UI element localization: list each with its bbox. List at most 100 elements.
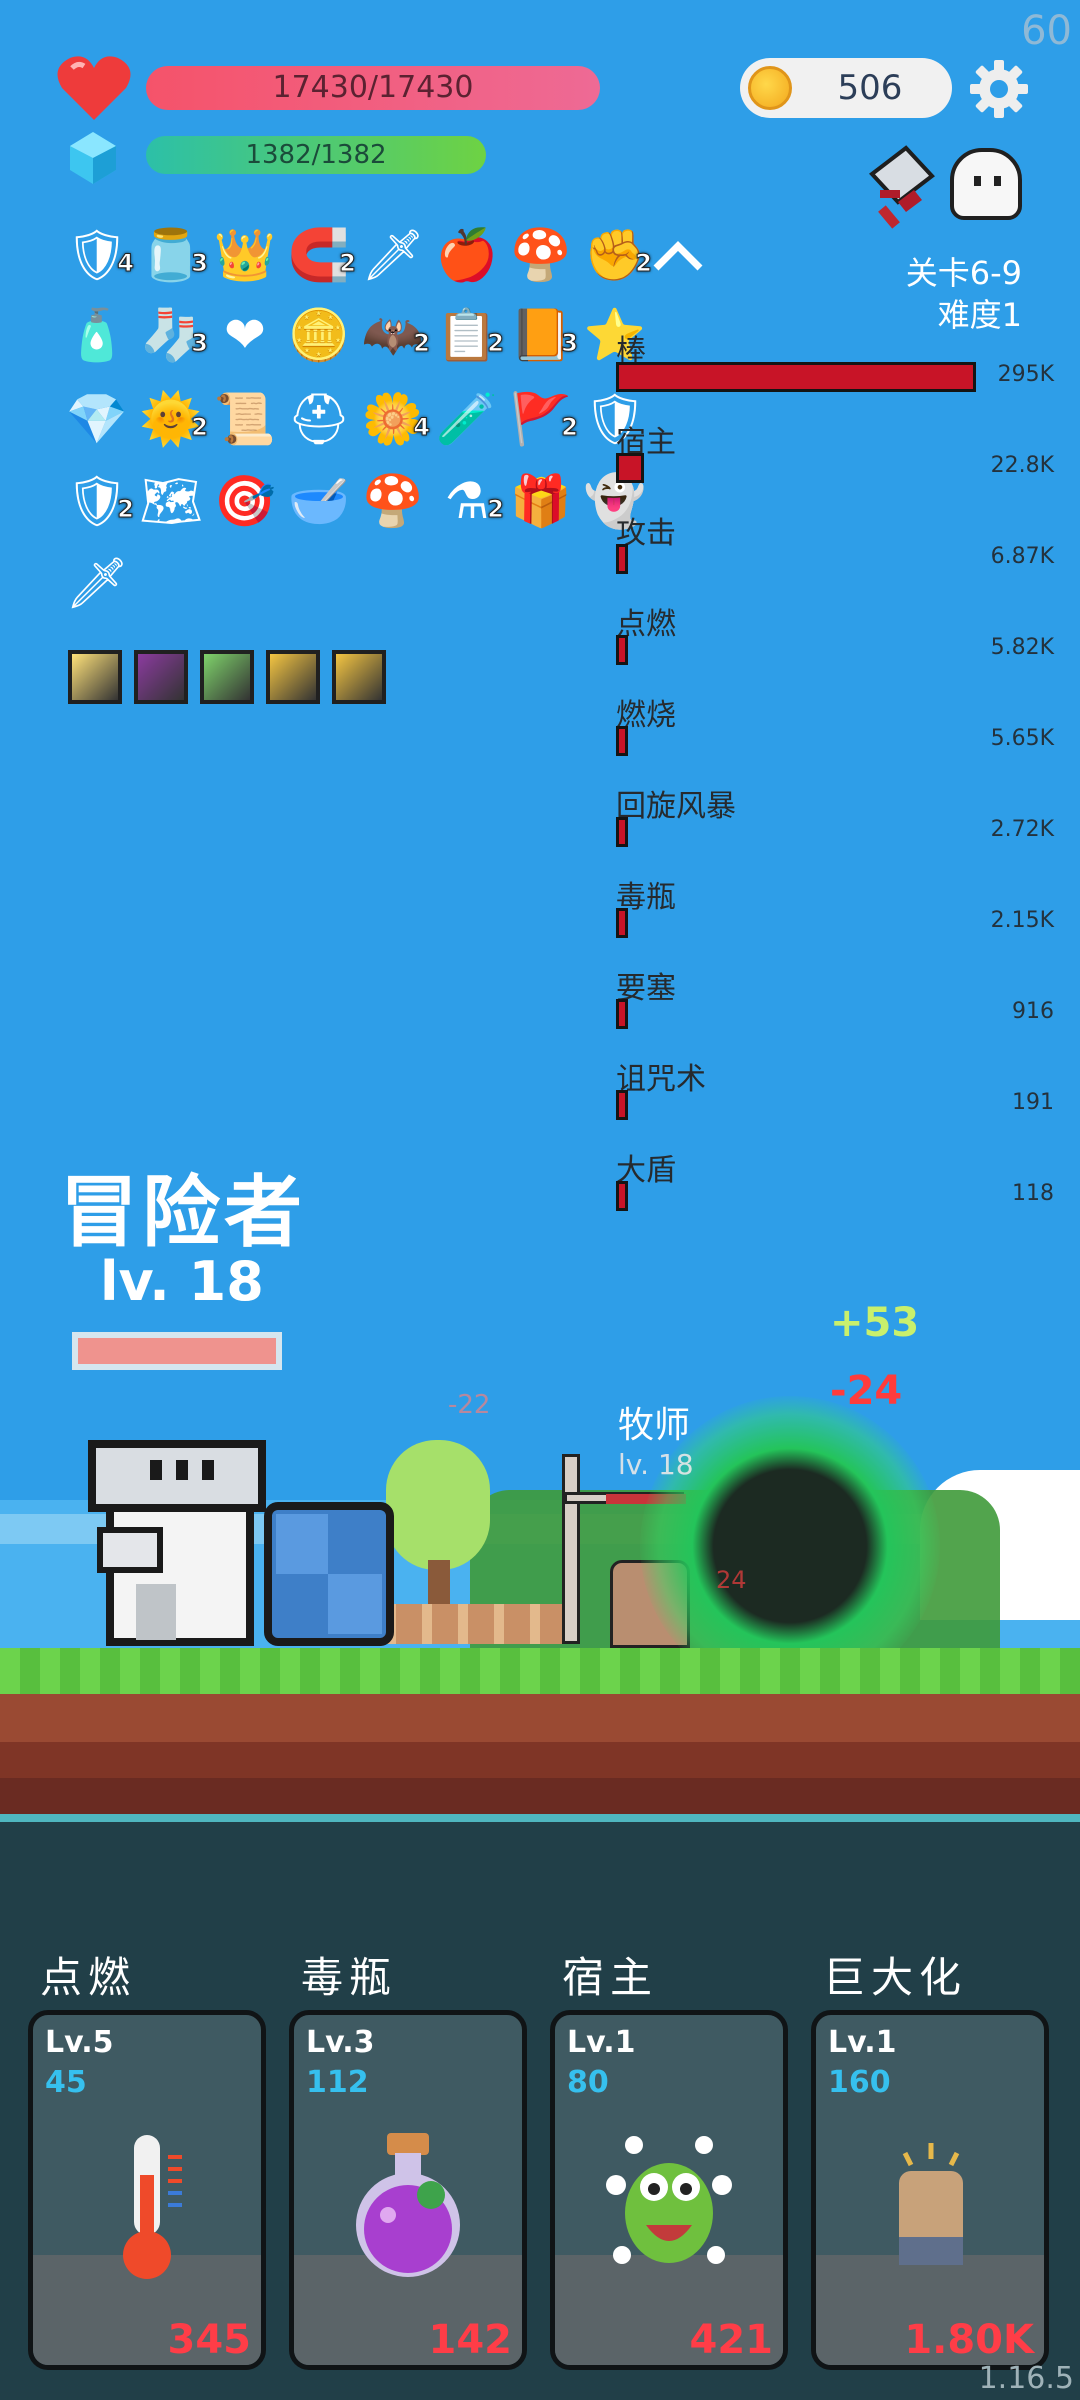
fence	[386, 1604, 576, 1644]
green-monster-icon	[594, 2125, 744, 2285]
sword-icon[interactable]: 🗡	[360, 222, 426, 288]
sun-orb-icon[interactable]: 🌞 2	[138, 386, 209, 452]
card-value: 80	[567, 2065, 609, 2100]
card-value: 45	[45, 2065, 87, 2100]
apple-icon[interactable]: 🍎	[434, 222, 500, 288]
priest-staff	[562, 1454, 580, 1644]
target-icon[interactable]: 🎯	[212, 468, 278, 534]
light-skill-icon[interactable]	[68, 650, 122, 704]
chest-icon[interactable]: 🎁	[508, 468, 574, 534]
crown-icon-glyph: 👑	[213, 226, 277, 284]
damage-meter-label: 回旋风暴	[616, 789, 736, 824]
coin-icon	[748, 66, 792, 110]
helmet-icon-glyph: ⛑	[287, 390, 351, 448]
scroll-icon[interactable]: 📜	[212, 386, 278, 452]
damage-meter-value: 118	[1012, 1181, 1054, 1206]
heal-float-text: +53	[830, 1300, 920, 1346]
spray-bottle-icon[interactable]: 🧴	[64, 302, 130, 368]
scroll-icon-glyph: 📜	[213, 390, 277, 448]
card-title: 巨大化	[823, 1953, 968, 2002]
sock-icon[interactable]: 🧦 3	[138, 302, 209, 368]
coin-stack-icon-glyph: 🪙	[287, 306, 351, 364]
hp-text: 17430/17430	[272, 70, 474, 105]
chevron-up-icon[interactable]	[648, 236, 708, 276]
map-icon[interactable]: 🗺	[138, 468, 204, 534]
mushroom-icon-glyph: 🍄	[509, 226, 573, 284]
item-count-badge: 4	[413, 413, 431, 442]
gem-icon-glyph: 💎	[65, 390, 129, 448]
heart-item-icon-glyph: ❤	[224, 306, 266, 364]
card-cost: 142	[428, 2317, 513, 2363]
flag-icon[interactable]: 🚩 2	[508, 386, 579, 452]
stage-difficulty: 难度1	[937, 296, 1022, 334]
damage-meter-value: 2.72K	[990, 817, 1054, 842]
upgrade-card[interactable]: Lv.1 80 421	[550, 2010, 788, 2370]
damage-meter-bar	[616, 453, 644, 483]
mushroom-icon[interactable]: 🍄	[508, 222, 574, 288]
upgrade-card[interactable]: Lv.3 112 142	[289, 2010, 527, 2370]
mortar-icon[interactable]: 🥣	[286, 468, 352, 534]
card-cost: 421	[689, 2317, 774, 2363]
magnet-icon[interactable]: 🧲 2	[286, 222, 357, 288]
demon-skill-icon[interactable]	[134, 650, 188, 704]
blue-shield-sprite	[264, 1502, 394, 1646]
item-count-badge: 4	[117, 249, 135, 278]
card-title: 毒瓶	[301, 1953, 398, 2002]
sword-icon-glyph: 🗡	[361, 226, 425, 284]
damage-meter-value: 6.87K	[990, 544, 1054, 569]
item-count-badge: 3	[561, 329, 579, 358]
jam-jar-icon[interactable]: 🫙 3	[138, 222, 209, 288]
red-mushroom-icon[interactable]: 🍄	[360, 468, 426, 534]
flower-icon[interactable]: 🌼 4	[360, 386, 431, 452]
potion-icon[interactable]: 🧪	[434, 386, 500, 452]
gem-icon[interactable]: 💎	[64, 386, 130, 452]
blue-shield-icon[interactable]: 🛡 2	[64, 468, 134, 534]
card-cost: 1.80K	[904, 2317, 1034, 2363]
fist-icon	[855, 2125, 1005, 2285]
mana-crystal-icon	[70, 132, 116, 184]
coin-count: 506	[837, 68, 903, 108]
item-count-badge: 2	[487, 329, 505, 358]
item-count-badge: 2	[191, 413, 209, 442]
crown-icon[interactable]: 👑	[212, 222, 278, 288]
item-count-badge: 3	[191, 329, 209, 358]
grass-ground	[0, 1648, 1080, 1694]
arm-icon[interactable]: ✊ 2	[582, 222, 653, 288]
ghost-icon[interactable]	[950, 148, 1022, 220]
item-count-badge: 3	[191, 249, 209, 278]
cleaver-icon[interactable]	[862, 144, 942, 232]
heart-item-icon[interactable]: ❤	[212, 302, 278, 368]
gear-icon[interactable]	[968, 58, 1030, 120]
stage-info: 关卡6-9 难度1	[906, 252, 1022, 336]
book-icon[interactable]: 📙 3	[508, 302, 579, 368]
cauldron-icon[interactable]: ⚗ 2	[434, 468, 505, 534]
card-level: Lv.3	[306, 2025, 375, 2060]
card-title: 宿主	[562, 1953, 659, 2002]
enemy-level: lv. 18	[618, 1448, 694, 1481]
clipboard-icon[interactable]: 📋 2	[434, 302, 505, 368]
damage-meter-bar	[616, 544, 628, 574]
damage-meter-value: 916	[1012, 999, 1054, 1024]
upgrade-card[interactable]: Lv.5 45 345	[28, 2010, 266, 2370]
upgrade-card[interactable]: Lv.1 160 1.80K	[811, 2010, 1049, 2370]
damage-meter-value: 191	[1012, 1090, 1054, 1115]
coin-stack-icon[interactable]: 🪙	[286, 302, 352, 368]
helmet-icon[interactable]: ⛑	[286, 386, 352, 452]
damage-meter-value: 22.8K	[990, 453, 1054, 478]
card-level: Lv.1	[828, 2025, 897, 2060]
damage-meter-bar	[616, 635, 628, 665]
card-title: 点燃	[40, 1953, 137, 2002]
damage-meter-bar	[616, 908, 628, 938]
thermometer-icon	[72, 2125, 222, 2285]
slash-skill-icon[interactable]	[332, 650, 386, 704]
version-label: 1.16.5	[978, 2361, 1074, 2396]
shield-round-icon[interactable]: 🛡 4	[64, 222, 134, 288]
shield-skill-icon[interactable]	[266, 650, 320, 704]
bat-icon[interactable]: 🦇 2	[360, 302, 431, 368]
dagger-icon[interactable]: 🗡	[64, 550, 130, 616]
small-damage-float-text: -22	[448, 1390, 491, 1420]
damage-meter-value: 5.65K	[990, 726, 1054, 751]
damage-meter-bar	[616, 999, 628, 1029]
heal-skill-icon[interactable]	[200, 650, 254, 704]
item-count-badge: 2	[561, 413, 579, 442]
